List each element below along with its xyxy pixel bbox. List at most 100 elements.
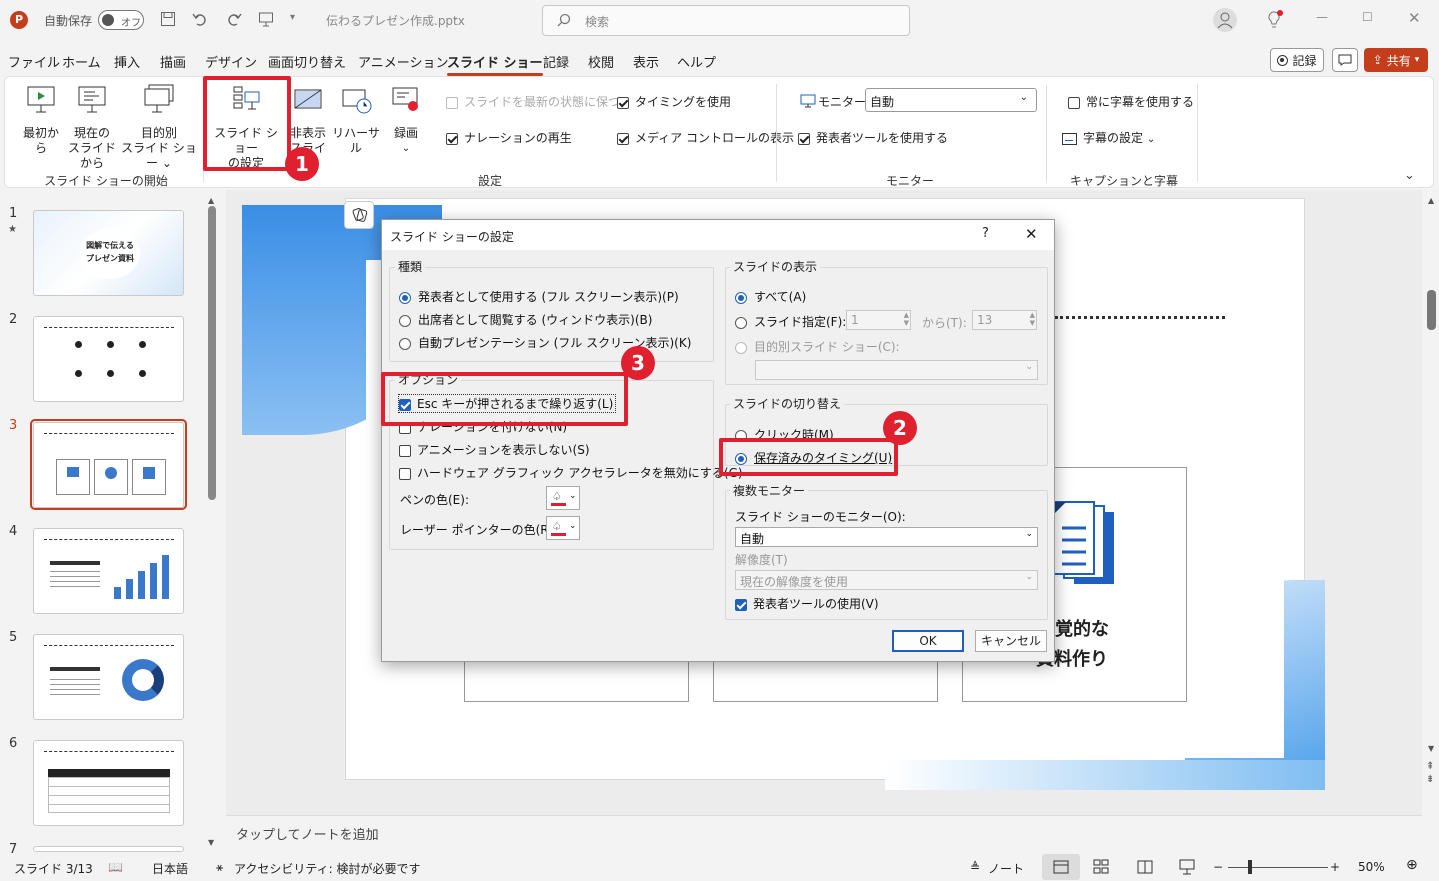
zoom-slider-thumb[interactable]	[1248, 860, 1252, 874]
radio-custom-show: 目的別スライド ショー(C):	[735, 338, 900, 355]
chevron-down-icon: ⌄	[1025, 529, 1033, 539]
from-beginning-button[interactable]: 最初から	[18, 84, 64, 156]
slide-sorter-icon[interactable]	[1092, 858, 1110, 876]
chevron-down-icon: ⌄	[569, 491, 577, 501]
tab-help[interactable]: ヘルプ	[677, 52, 716, 72]
slide-number: 3	[9, 418, 18, 433]
laser-color-picker[interactable]: ♤ ⌄	[546, 516, 580, 540]
tips-icon[interactable]	[1264, 10, 1284, 30]
radio-browsed-window[interactable]: 出席者として閲覧する (ウィンドウ表示)(B)	[399, 311, 652, 328]
thumbnail-scrollbar[interactable]	[208, 206, 216, 500]
zoom-in-icon[interactable]: +	[1330, 860, 1340, 874]
range-from-input[interactable]: 1 ▲ ▼	[846, 310, 911, 330]
slide-scrollbar-thumb[interactable]	[1427, 290, 1436, 330]
disable-hw-accel-checkbox[interactable]: ハードウェア グラフィック アクセラレータを無効にする(G)	[399, 464, 743, 481]
tab-record[interactable]: 記録	[543, 52, 569, 72]
radio-presenter[interactable]: 発表者として使用する (フル スクリーン表示)(P)	[399, 288, 679, 305]
slideshow-monitor-select[interactable]: 自動 ⌄	[735, 527, 1038, 547]
tab-file[interactable]: ファイル	[8, 52, 60, 72]
subtitle-settings-button[interactable]: 字幕の設定 ⌄	[1062, 129, 1155, 146]
range-to-input[interactable]: 13 ▲ ▼	[972, 310, 1037, 330]
notes-pane[interactable]: タップしてノートを追加	[226, 815, 1422, 852]
cancel-button[interactable]: キャンセル	[975, 630, 1047, 652]
tab-view[interactable]: 表示	[633, 52, 659, 72]
zoom-level[interactable]: 50%	[1358, 860, 1385, 874]
group-label-start: スライド ショーの開始	[44, 174, 168, 188]
collapse-ribbon-icon[interactable]: ⌄	[1404, 168, 1415, 183]
scroll-up-icon[interactable]: ▲	[1428, 196, 1434, 205]
tab-animations[interactable]: アニメーション	[358, 52, 448, 72]
radio-slide-range[interactable]: スライド指定(F):	[735, 313, 846, 330]
search-box[interactable]: 検索	[542, 5, 910, 36]
ok-button[interactable]: OK	[892, 630, 964, 652]
maximize-icon[interactable]: ☐	[1362, 10, 1373, 24]
language-indicator[interactable]: 日本語	[152, 860, 188, 877]
record-button[interactable]: 記録	[1270, 48, 1324, 72]
scroll-down-icon[interactable]: ▼	[1428, 744, 1434, 753]
undo-icon[interactable]	[192, 11, 208, 27]
close-window-icon[interactable]: ✕	[1408, 9, 1421, 27]
record-slideshow-button[interactable]: 録画 ⌄	[386, 84, 426, 156]
prev-next-slide-icon[interactable]: ⇞ ⇟	[1426, 760, 1434, 786]
group-label-captions: キャプションと字幕	[1069, 174, 1178, 188]
redo-icon[interactable]	[226, 11, 242, 27]
slide-thumbnail-1[interactable]: 図解で伝える プレゼン資料	[33, 210, 184, 296]
help-button[interactable]: ?	[982, 226, 989, 241]
customize-qat-icon[interactable]: ▾	[290, 12, 295, 23]
save-icon[interactable]	[160, 11, 176, 27]
use-timings-checkbox[interactable]: タイミングを使用	[617, 93, 731, 110]
reading-view-icon[interactable]	[1136, 858, 1154, 876]
scroll-down-icon[interactable]: ▼	[208, 838, 214, 847]
minimize-icon[interactable]: —	[1316, 10, 1328, 24]
spinner-icon[interactable]: ▲ ▼	[1030, 311, 1035, 327]
spinner-icon[interactable]: ▲ ▼	[904, 311, 909, 327]
tab-home[interactable]: ホーム	[62, 52, 101, 72]
zoom-slider[interactable]	[1228, 867, 1328, 868]
slideshow-view-icon[interactable]	[1178, 858, 1196, 876]
tab-design[interactable]: デザイン	[205, 52, 257, 72]
laser-color-label: レーザー ポインターの色(R):	[400, 523, 558, 537]
notes-placeholder: タップしてノートを追加	[236, 828, 379, 843]
comments-button[interactable]	[1332, 48, 1358, 72]
tab-slideshow[interactable]: スライド ショー	[447, 52, 543, 76]
radio-all-slides[interactable]: すべて(A)	[735, 288, 806, 305]
notes-toggle[interactable]: ノート	[988, 860, 1024, 877]
slide-number: 2	[9, 312, 18, 327]
slide-thumbnail-3[interactable]	[33, 422, 184, 508]
chevron-down-icon: ⌄	[1019, 92, 1028, 103]
slide-thumbnail-7[interactable]	[33, 846, 184, 852]
rehearse-timings-button[interactable]: リハーサル	[328, 84, 384, 156]
zoom-out-icon[interactable]: −	[1213, 860, 1223, 874]
tab-transitions[interactable]: 画面切り替え	[268, 52, 346, 72]
pen-color-picker[interactable]: ♤ ⌄	[546, 486, 580, 510]
from-current-button[interactable]: 現在の スライドから	[64, 84, 120, 171]
fit-to-window-icon[interactable]: ⊕	[1406, 857, 1418, 873]
presenter-view-dialog-checkbox[interactable]: 発表者ツールの使用(V)	[735, 595, 879, 612]
tab-review[interactable]: 校閲	[588, 52, 614, 72]
close-dialog-icon[interactable]: ✕	[1025, 225, 1038, 243]
custom-show-button[interactable]: 目的別 スライド ショー ⌄	[118, 84, 200, 171]
monitor-select[interactable]: 自動 ⌄	[865, 88, 1037, 112]
designer-button[interactable]	[344, 201, 374, 229]
spellcheck-icon[interactable]: 📖	[108, 860, 123, 874]
share-button[interactable]: ⇪ 共有 ▾	[1364, 48, 1428, 72]
account-avatar[interactable]	[1213, 8, 1237, 32]
slide-thumbnail-2[interactable]	[33, 316, 184, 402]
slide-thumbnail-6[interactable]	[33, 740, 184, 826]
slide-thumbnail-5[interactable]	[33, 634, 184, 720]
tab-draw[interactable]: 描画	[160, 52, 186, 72]
without-animation-checkbox[interactable]: アニメーションを表示しない(S)	[399, 441, 590, 458]
slide-scrollbar[interactable]	[1422, 190, 1439, 815]
normal-view-button[interactable]	[1042, 854, 1080, 880]
play-narration-checkbox[interactable]: ナレーションの再生	[446, 129, 572, 146]
presenter-view-checkbox[interactable]: 発表者ツールを使用する	[798, 129, 948, 146]
accessibility-status[interactable]: アクセシビリティ: 検討が必要です	[234, 860, 421, 877]
scroll-up-icon[interactable]: ▲	[208, 196, 214, 205]
always-subtitles-checkbox[interactable]: 常に字幕を使用する	[1068, 93, 1194, 110]
slide-thumbnail-4[interactable]	[33, 528, 184, 614]
file-name[interactable]: 伝わるプレゼン作成.pptx	[326, 12, 465, 29]
show-media-controls-checkbox[interactable]: メディア コントロールの表示	[617, 129, 794, 146]
tab-insert[interactable]: 挿入	[114, 52, 140, 72]
presentation-icon[interactable]	[258, 11, 274, 27]
autosave-toggle[interactable]: オフ	[98, 10, 144, 30]
